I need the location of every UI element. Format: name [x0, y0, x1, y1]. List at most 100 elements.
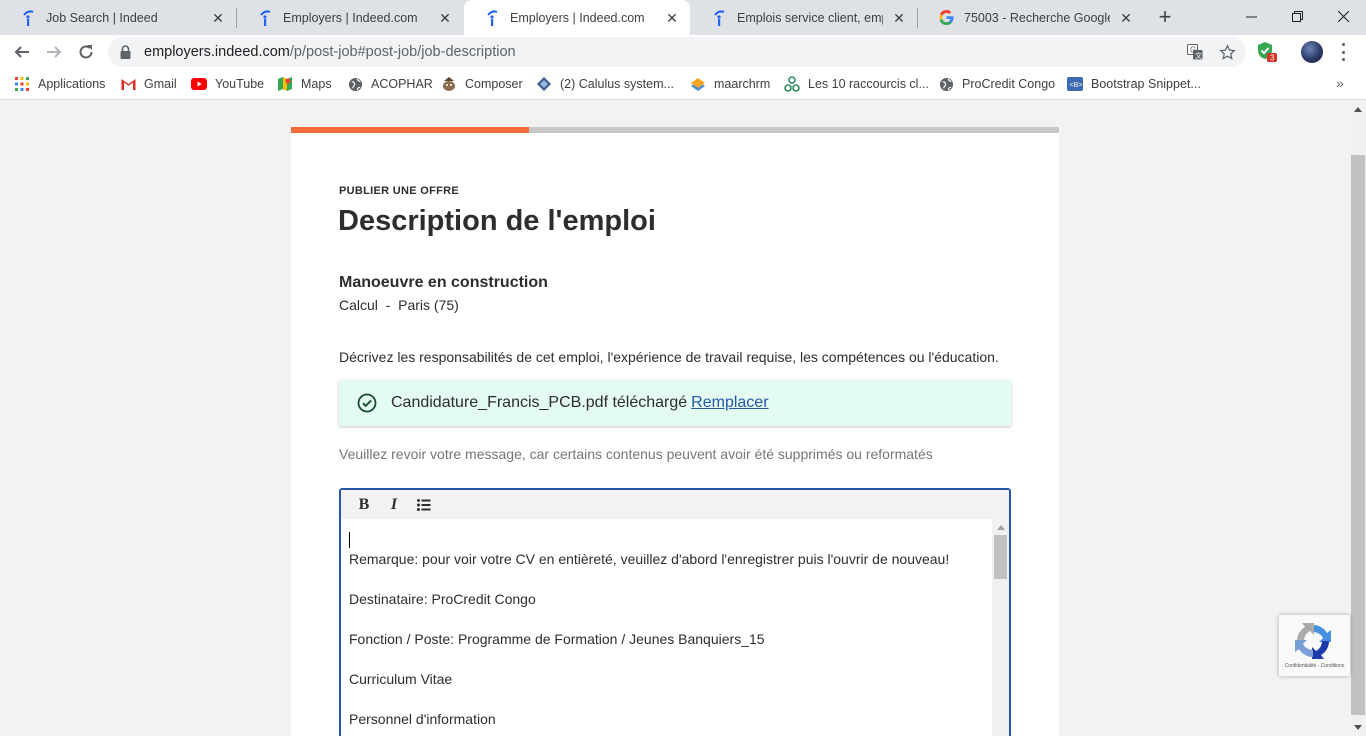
instructions-text: Décrivez les responsabilités de cet empl… [339, 349, 999, 365]
tab-title: Employers | Indeed.com [510, 10, 645, 25]
svg-text:<B>: <B> [1070, 82, 1083, 89]
close-icon[interactable]: ✕ [210, 10, 226, 26]
tab-title: Employers | Indeed.com [283, 10, 418, 25]
bookmark-procredit-congo[interactable]: ProCredit Congo [938, 76, 1055, 92]
bookmark-youtube[interactable]: YouTube [191, 76, 264, 92]
upload-success-banner: Candidature_Francis_PCB.pdf téléchargé R… [339, 380, 1011, 426]
browser-menu-icon[interactable] [1336, 43, 1350, 61]
minimize-icon [1245, 16, 1257, 17]
editor-text-area[interactable]: Remarque: pour voir votre CV en entièret… [341, 519, 991, 736]
svg-text:文: 文 [1195, 51, 1202, 60]
globe-icon [347, 76, 363, 92]
calulus-icon [536, 76, 552, 92]
bookmark-star-icon[interactable] [1218, 43, 1236, 61]
close-icon[interactable]: ✕ [664, 10, 680, 26]
bookmark-composer[interactable]: Composer [441, 76, 523, 92]
new-tab-button[interactable]: + [1152, 5, 1178, 31]
browser-toolbar: employers.indeed.com/p/post-job#post-job… [0, 35, 1366, 69]
close-window-button[interactable] [1320, 0, 1366, 32]
tab-google-search[interactable]: 75003 - Recherche Google ✕ [918, 0, 1144, 35]
back-button[interactable] [8, 38, 36, 66]
scroll-up-arrow-icon[interactable] [1354, 107, 1362, 112]
bookmark-acophar[interactable]: ACOPHAR [347, 76, 433, 92]
bookmark-label: ProCredit Congo [962, 77, 1056, 91]
recaptcha-terms[interactable]: Confidentialité - Conditions [1279, 663, 1350, 669]
restore-button[interactable] [1274, 0, 1320, 32]
extension-badge-count: 3 [1270, 54, 1275, 63]
forward-button[interactable] [40, 38, 68, 66]
page-title: Description de l'emploi [338, 205, 656, 237]
editor-scrollbar[interactable] [992, 519, 1009, 736]
tab-emplois-service-client[interactable]: Emplois service client, emploi ✕ [691, 0, 917, 35]
window-scroll-thumb[interactable] [1351, 155, 1365, 715]
arrow-right-icon [47, 46, 62, 58]
bookmark-label: Les 10 raccourcis cl... [808, 77, 929, 91]
maarch-icon [690, 76, 706, 92]
close-icon[interactable]: ✕ [891, 10, 907, 26]
bookmark-label: maarchrm [714, 77, 771, 91]
profile-avatar[interactable] [1301, 41, 1323, 63]
uploaded-filename: Candidature_Francis_PCB.pdf téléchargé [391, 394, 688, 411]
indeed-icon [484, 9, 500, 26]
window-scrollbar[interactable] [1350, 101, 1366, 736]
youtube-icon [191, 76, 207, 92]
address-bar[interactable]: employers.indeed.com/p/post-job#post-job… [108, 37, 1246, 67]
scroll-down-arrow-icon[interactable] [1354, 725, 1362, 730]
job-meta: Calcul - Paris (75) [339, 297, 459, 313]
bookmark-applications[interactable]: Applications [14, 76, 105, 92]
tab-employers-1[interactable]: Employers | Indeed.com ✕ [237, 0, 463, 35]
indeed-icon [257, 9, 273, 26]
bookmark-label: Maps [301, 77, 332, 91]
extension-shield-icon[interactable]: 3 [1256, 41, 1278, 63]
bookmarks-overflow-button[interactable]: » [1336, 75, 1344, 91]
editor-line: Remarque: pour voir votre CV en entièret… [349, 551, 950, 567]
indeed-icon [20, 9, 36, 26]
job-title: Manoeuvre en construction [339, 274, 548, 291]
bullet-list-icon [417, 498, 431, 511]
apps-grid-icon [14, 76, 30, 92]
bold-button[interactable]: B [349, 493, 379, 517]
translate-icon[interactable]: G文 [1186, 43, 1204, 61]
bookmark-gmail[interactable]: Gmail [120, 76, 177, 92]
bookmark-maps[interactable]: Maps [277, 76, 332, 92]
bookmark-label: Bootstrap Snippet... [1091, 77, 1201, 91]
close-icon [1337, 10, 1349, 22]
italic-button[interactable]: I [379, 493, 409, 517]
recaptcha-icon [1293, 621, 1333, 661]
url-path: /p/post-job#post-job/job-description [289, 44, 516, 60]
restore-icon [1291, 10, 1303, 22]
page-content: PUBLIER UNE OFFRE Description de l'emplo… [0, 101, 1350, 736]
indeed-icon [711, 9, 727, 26]
bookmark-label: Gmail [144, 77, 177, 91]
bookmark-bootstrap[interactable]: <B> Bootstrap Snippet... [1067, 76, 1201, 92]
globe-icon [938, 76, 954, 92]
tab-employers-active[interactable]: Employers | Indeed.com ✕ [464, 0, 690, 35]
shortcut-icon [784, 76, 800, 92]
close-icon[interactable]: ✕ [437, 10, 453, 26]
editor-line: Personnel d'information [349, 711, 496, 727]
scroll-up-arrow-icon[interactable] [997, 525, 1005, 530]
editor-scroll-thumb[interactable] [994, 535, 1007, 579]
bookmark-label: Composer [465, 77, 523, 91]
lock-icon[interactable] [120, 45, 134, 59]
maps-icon [277, 76, 293, 92]
google-icon [938, 10, 954, 26]
close-icon[interactable]: ✕ [1118, 10, 1134, 26]
description-editor[interactable]: B I Remarque: pour voir votre CV en enti… [339, 488, 1011, 736]
reload-icon [79, 45, 93, 59]
reload-button[interactable] [72, 38, 100, 66]
bookmark-maarchrm[interactable]: maarchrm [690, 76, 770, 92]
bookmark-calulus[interactable]: (2) Calulus system... [536, 76, 674, 92]
replace-file-link[interactable]: Remplacer [691, 394, 768, 412]
editor-line: Destinataire: ProCredit Congo [349, 591, 536, 607]
bookmark-raccourcis[interactable]: Les 10 raccourcis cl... [784, 76, 929, 92]
recaptcha-badge[interactable]: Confidentialité - Conditions [1279, 615, 1350, 676]
minimize-button[interactable] [1228, 0, 1274, 32]
bullet-list-button[interactable] [409, 493, 439, 517]
editor-line: Curriculum Vitae [349, 671, 453, 687]
composer-icon [441, 76, 457, 92]
gmail-icon [120, 76, 136, 92]
tab-job-search[interactable]: Job Search | Indeed ✕ [0, 0, 236, 35]
url-host: employers.indeed.com [144, 44, 290, 60]
bookmark-label: (2) Calulus system... [560, 77, 674, 91]
